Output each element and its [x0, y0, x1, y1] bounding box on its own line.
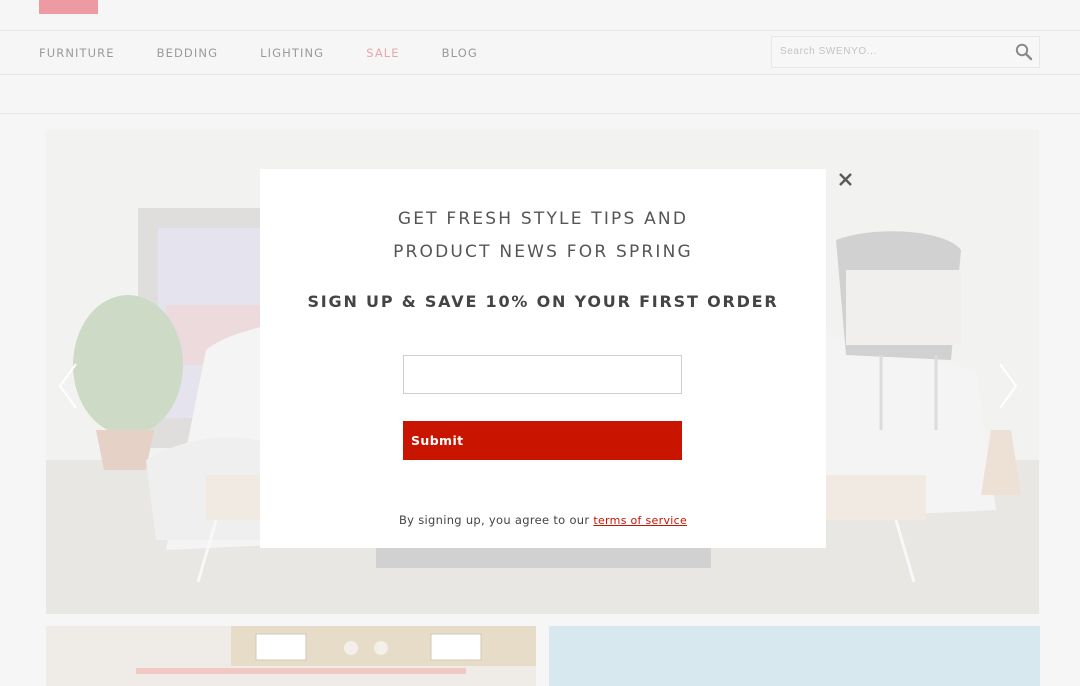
submit-button[interactable]: Submit — [403, 421, 682, 460]
close-icon[interactable] — [836, 170, 856, 190]
email-field[interactable] — [403, 355, 682, 394]
nav-item-blog[interactable]: BLOG — [442, 46, 478, 60]
popup-headline-line1: GET FRESH STYLE TIPS AND — [397, 209, 689, 229]
search-box — [771, 36, 1040, 68]
terms-notice: By signing up, you agree to our terms of… — [260, 513, 826, 527]
popup-headline-line2: PRODUCT NEWS FOR SPRING — [393, 242, 693, 262]
nav-item-bedding[interactable]: BEDDING — [157, 46, 218, 60]
main-nav: FURNITURE BEDDING LIGHTING SALE BLOG — [39, 46, 520, 60]
promo-tile-right[interactable] — [549, 626, 1040, 686]
nav-item-furniture[interactable]: FURNITURE — [39, 46, 115, 60]
nav-item-lighting[interactable]: LIGHTING — [260, 46, 324, 60]
popup-offer: SIGN UP & SAVE 10% ON YOUR FIRST ORDER — [307, 292, 779, 311]
signup-modal: GET FRESH STYLE TIPS AND PRODUCT NEWS FO… — [260, 169, 826, 548]
search-icon[interactable] — [1015, 43, 1033, 61]
promo-tile-left[interactable] — [46, 626, 536, 686]
terms-of-service-link[interactable]: terms of service — [593, 514, 687, 527]
header-divider-bottom — [0, 113, 1080, 114]
promo-image-left — [46, 626, 536, 686]
header-divider-top — [0, 30, 1080, 31]
search-input[interactable] — [778, 45, 1007, 58]
terms-prefix: By signing up, you agree to our — [398, 513, 590, 527]
chevron-left-icon[interactable] — [57, 362, 79, 410]
header-divider-middle — [0, 74, 1080, 75]
chevron-right-icon[interactable] — [997, 362, 1019, 410]
nav-item-sale[interactable]: SALE — [366, 46, 399, 60]
logo[interactable] — [39, 0, 98, 14]
